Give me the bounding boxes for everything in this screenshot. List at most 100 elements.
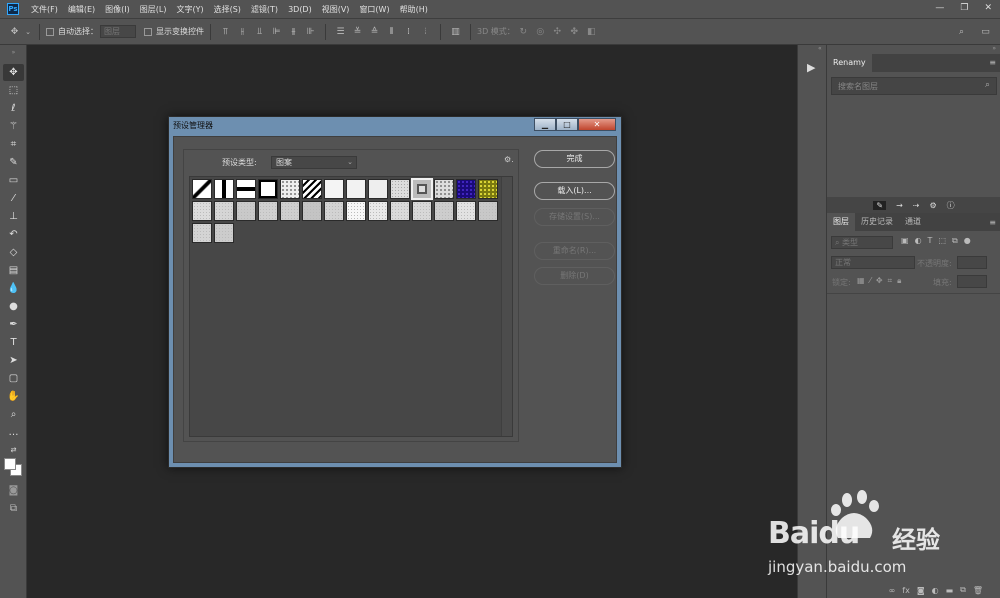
move-tool-icon[interactable]: ✥ — [6, 27, 23, 37]
pen-tool-icon[interactable]: ✒ — [3, 316, 24, 333]
play-action-icon[interactable]: ▶ — [807, 61, 815, 74]
trash-icon[interactable]: 🗑︎ — [973, 586, 983, 595]
save-settings-button[interactable]: 存储设置(S)... — [534, 208, 615, 226]
done-button[interactable]: 完成 — [534, 150, 615, 168]
opacity-input[interactable] — [957, 256, 987, 269]
clone-stamp-tool-icon[interactable]: ⊥ — [3, 208, 24, 225]
pattern-swatch[interactable] — [478, 201, 498, 221]
pattern-swatch[interactable] — [411, 178, 433, 200]
delete-button[interactable]: 删除(D) — [534, 267, 615, 285]
info-icon[interactable]: ⓘ — [947, 200, 955, 211]
filter-toggle-icon[interactable]: ● — [964, 236, 971, 246]
blend-mode-dropdown[interactable]: 正常 — [831, 256, 915, 269]
brush-tool-icon[interactable]: ⁄ — [3, 190, 24, 207]
swap-colors-icon[interactable]: ⇄ — [3, 442, 24, 459]
pattern-swatch[interactable] — [192, 179, 212, 199]
workspace-icon[interactable]: ▭ — [977, 27, 994, 37]
menu-type[interactable]: 文字(Y) — [176, 4, 203, 15]
align-left-icon[interactable]: ⊫ — [268, 27, 285, 37]
pattern-swatch[interactable] — [280, 201, 300, 221]
lock-artboard-icon[interactable]: ⌗ — [888, 276, 893, 286]
align-top-icon[interactable]: ⫪ — [217, 27, 234, 37]
auto-align-icon[interactable]: ▥ — [447, 27, 464, 37]
menu-window[interactable]: 窗口(W) — [359, 4, 389, 15]
foreground-color-swatch[interactable] — [4, 458, 16, 470]
hand-tool-icon[interactable]: ✋ — [3, 388, 24, 405]
lock-transparent-icon[interactable]: ▦ — [857, 276, 865, 286]
restore-button[interactable]: ❐ — [960, 3, 968, 13]
pattern-swatch[interactable] — [236, 201, 256, 221]
pattern-swatch[interactable] — [258, 179, 278, 199]
pattern-swatch[interactable] — [192, 223, 212, 243]
pattern-swatch[interactable] — [390, 201, 410, 221]
gear-icon[interactable]: ⚙. — [504, 155, 514, 164]
align-vcenter-icon[interactable]: ⫲ — [234, 27, 251, 37]
align-bottom-icon[interactable]: ⫫ — [251, 27, 268, 37]
dialog-maximize-button[interactable]: □ — [556, 118, 578, 131]
filter-pixel-icon[interactable]: ▣ — [901, 236, 909, 246]
pattern-swatch[interactable] — [258, 201, 278, 221]
fill-input[interactable] — [957, 275, 987, 288]
tab-renamy[interactable]: Renamy — [827, 54, 872, 72]
settings-icon[interactable]: ⚙ — [929, 201, 936, 210]
pattern-swatch[interactable] — [456, 179, 476, 199]
minimize-button[interactable]: — — [935, 3, 944, 13]
dialog-minimize-button[interactable]: ▁ — [534, 118, 556, 131]
distribute-vcenter-icon[interactable]: ≚ — [349, 27, 366, 37]
distribute-bottom-icon[interactable]: ≙ — [366, 27, 383, 37]
pattern-swatch[interactable] — [324, 201, 344, 221]
tab-layers[interactable]: 图层 — [827, 213, 855, 231]
search-icon[interactable]: ⌕ — [953, 27, 970, 37]
3d-roll-icon[interactable]: ◎ — [532, 27, 549, 37]
marquee-tool-icon[interactable]: ⬚ — [3, 82, 24, 99]
eraser-tool-icon[interactable]: ◇ — [3, 244, 24, 261]
pattern-swatch[interactable] — [346, 179, 366, 199]
lock-all-icon[interactable]: 🔒︎ — [897, 276, 901, 286]
link-icon[interactable]: ∞ — [889, 586, 896, 595]
screen-mode-icon[interactable]: ⧉ — [3, 500, 24, 517]
pattern-swatch[interactable] — [434, 179, 454, 199]
distribute-top-icon[interactable]: ☰ — [332, 27, 349, 37]
search-icon[interactable]: ⌕ — [985, 80, 990, 90]
mask-icon[interactable]: ◙ — [917, 586, 925, 595]
pattern-swatch[interactable] — [434, 201, 454, 221]
pattern-swatch[interactable] — [412, 201, 432, 221]
rectangle-tool-icon[interactable]: ▢ — [3, 370, 24, 387]
distribute-hcenter-icon[interactable]: ⁞ — [400, 27, 417, 37]
renamy-search-input[interactable]: 搜索名图层 ⌕ — [831, 77, 997, 95]
adjustment-icon[interactable]: ◐ — [932, 586, 939, 595]
close-window-button[interactable]: ✕ — [984, 3, 992, 13]
menu-image[interactable]: 图像(I) — [105, 4, 130, 15]
lasso-tool-icon[interactable]: ℓ — [3, 100, 24, 117]
menu-file[interactable]: 文件(F) — [31, 4, 58, 15]
arrow-step-icon[interactable]: ⇢ — [913, 201, 920, 210]
pattern-swatch[interactable] — [280, 179, 300, 199]
blur-tool-icon[interactable]: 💧 — [3, 280, 24, 297]
panel-menu-icon[interactable]: ≡ — [989, 218, 996, 227]
menu-layer[interactable]: 图层(L) — [140, 4, 167, 15]
pattern-swatch[interactable] — [214, 179, 234, 199]
more-tools-icon[interactable]: … — [3, 424, 24, 441]
crop-tool-icon[interactable]: ⌗ — [3, 136, 24, 153]
collapse-toolbar-icon[interactable]: » — [3, 49, 24, 57]
rename-icon[interactable]: ✎ — [873, 200, 887, 210]
pattern-scrollbar[interactable] — [501, 177, 512, 436]
lock-paint-icon[interactable]: ⁄ — [870, 276, 871, 286]
magic-wand-tool-icon[interactable]: ⚚ — [3, 118, 24, 135]
healing-brush-tool-icon[interactable]: ▭ — [3, 172, 24, 189]
dodge-tool-icon[interactable]: ● — [3, 298, 24, 315]
history-brush-tool-icon[interactable]: ↶ — [3, 226, 24, 243]
arrow-right-icon[interactable]: → — [896, 201, 903, 210]
load-button[interactable]: 载入(L)... — [534, 182, 615, 200]
filter-shape-icon[interactable]: ⬚ — [938, 236, 946, 246]
pattern-swatch[interactable] — [214, 223, 234, 243]
auto-select-dropdown[interactable]: 图层 — [100, 25, 136, 38]
menu-edit[interactable]: 编辑(E) — [68, 4, 95, 15]
chevron-down-icon[interactable]: ⌄ — [23, 28, 33, 36]
pattern-swatch[interactable] — [390, 179, 410, 199]
gradient-tool-icon[interactable]: ▤ — [3, 262, 24, 279]
3d-slide-icon[interactable]: ✤ — [566, 27, 583, 37]
menu-filter[interactable]: 滤镜(T) — [251, 4, 278, 15]
pattern-swatch[interactable] — [346, 201, 366, 221]
type-tool-icon[interactable]: T — [3, 334, 24, 351]
